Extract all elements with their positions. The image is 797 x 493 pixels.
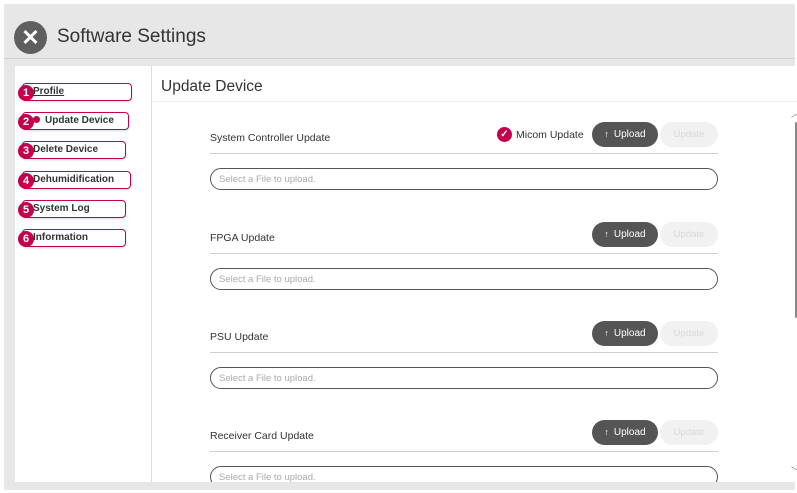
update-section-label: PSU Update <box>210 331 269 343</box>
upload-arrow-icon: ↑ <box>604 229 609 239</box>
sidebar-item-label: Delete Device <box>33 144 99 155</box>
sidebar-item-label: Profile <box>33 86 65 97</box>
sidebar-item-label: Information <box>33 232 88 243</box>
divider <box>210 253 718 254</box>
file-input[interactable] <box>210 367 718 389</box>
upload-button[interactable]: ↑ Upload <box>592 420 658 445</box>
divider <box>210 352 718 353</box>
update-section-system-controller: System Controller Update ✓ Micom Update … <box>210 116 718 206</box>
sidebar-item-information[interactable]: 6 Information <box>18 229 126 247</box>
upload-button[interactable]: ↑ Upload <box>592 122 658 147</box>
section-title: Update Device <box>161 78 263 95</box>
upload-button[interactable]: ↑ Upload <box>592 222 658 247</box>
upload-arrow-icon: ↑ <box>604 328 609 338</box>
micom-update-checkbox[interactable]: ✓ <box>497 127 512 142</box>
divider <box>210 451 718 452</box>
checkmark-icon: ✓ <box>500 129 509 140</box>
upload-button[interactable]: ↑ Upload <box>592 321 658 346</box>
sidebar-item-dehumidification[interactable]: 4 Dehumidification <box>18 171 131 189</box>
update-section-label: Receiver Card Update <box>210 430 314 442</box>
file-input[interactable] <box>210 466 718 482</box>
sidebar-item-label: Update Device <box>45 115 114 126</box>
update-section-psu: PSU Update ↑ Upload Update <box>210 315 718 405</box>
settings-window: ✕ Software Settings 1 Profile 2 Update D… <box>4 4 797 490</box>
update-section-fpga: FPGA Update ↑ Upload Update <box>210 216 718 306</box>
sidebar-item-label: Dehumidification <box>33 174 115 185</box>
update-section-label: FPGA Update <box>210 232 275 244</box>
active-indicator-icon <box>33 116 40 123</box>
step-number-badge: 3 <box>18 143 34 159</box>
step-number-badge: 4 <box>18 173 34 189</box>
step-number-badge: 6 <box>18 231 34 247</box>
close-button[interactable]: ✕ <box>14 21 47 54</box>
file-input[interactable] <box>210 168 718 190</box>
scroll-up-icon[interactable]: ︿ <box>791 105 797 120</box>
sidebar-item-delete-device[interactable]: 3 Delete Device <box>18 141 126 159</box>
sidebar: 1 Profile 2 Update Device 3 Delete Devic… <box>15 66 152 482</box>
divider <box>153 101 797 102</box>
update-section-receiver-card: Receiver Card Update ↑ Upload Update <box>210 414 718 482</box>
sidebar-item-profile[interactable]: 1 Profile <box>18 83 132 101</box>
content-panel: 1 Profile 2 Update Device 3 Delete Devic… <box>15 66 797 482</box>
upload-arrow-icon: ↑ <box>604 129 609 139</box>
update-section-label: System Controller Update <box>210 132 331 144</box>
update-button[interactable]: Update <box>660 420 718 445</box>
update-button[interactable]: Update <box>660 321 718 346</box>
close-icon: ✕ <box>21 25 40 50</box>
update-button[interactable]: Update <box>660 222 718 247</box>
micom-update-label: Micom Update <box>516 129 584 141</box>
window-header: ✕ Software Settings <box>4 4 795 59</box>
scroll-down-icon[interactable]: ﹀ <box>791 463 797 478</box>
page-title: Software Settings <box>57 26 206 47</box>
upload-arrow-icon: ↑ <box>604 427 609 437</box>
step-number-badge: 5 <box>18 202 34 218</box>
sidebar-item-update-device[interactable]: 2 Update Device <box>18 112 129 130</box>
divider <box>210 153 718 154</box>
sidebar-item-system-log[interactable]: 5 System Log <box>18 200 126 218</box>
file-input[interactable] <box>210 268 718 290</box>
step-number-badge: 1 <box>18 85 34 101</box>
main-panel: Update Device System Controller Update ✓… <box>153 66 797 482</box>
step-number-badge: 2 <box>18 114 34 130</box>
sidebar-item-label: System Log <box>33 203 90 214</box>
update-button[interactable]: Update <box>660 122 718 147</box>
